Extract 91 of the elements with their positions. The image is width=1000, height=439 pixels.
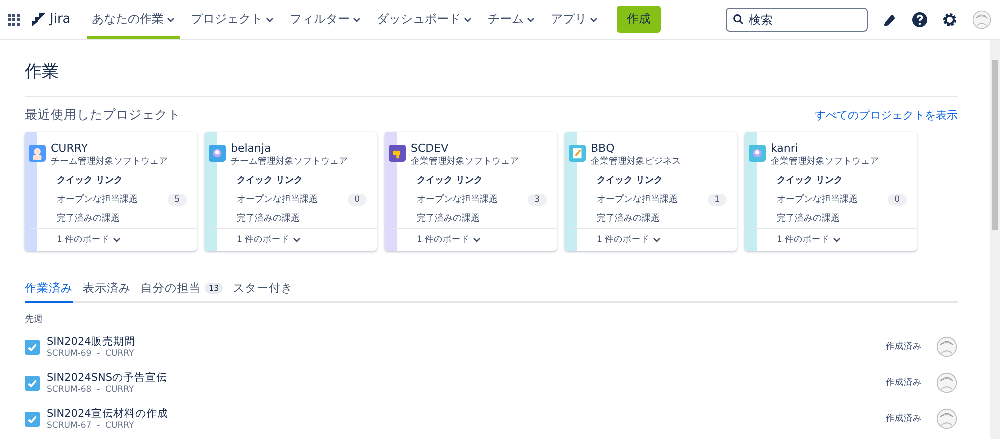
tab[interactable]: スター付き [233, 281, 294, 303]
project-card[interactable]: belanja チーム管理対象ソフトウェア クイック リンク オープンな担当課題 0 完了済みの課題 1 件のボード [205, 132, 377, 251]
project-type: 企業管理対象ビジネス [591, 156, 681, 168]
search-field[interactable]: 検索 [726, 8, 868, 32]
quick-links-heading: クイック リンク [57, 175, 124, 187]
issue-count: 0 [888, 194, 907, 206]
page-title: 作業 [25, 40, 958, 97]
quick-links-heading: クイック リンク [777, 175, 844, 187]
task-icon [25, 376, 40, 390]
open-issues-link[interactable]: オープンな担当課題 [597, 193, 678, 206]
project-card[interactable]: CURRY チーム管理対象ソフトウェア クイック リンク オープンな担当課題 5 完了済みの課題 1 件のボード [25, 132, 197, 251]
chevron-icon [473, 237, 482, 243]
quick-links-heading: クイック リンク [597, 175, 664, 187]
project-avatar-icon [209, 145, 226, 162]
project-type: 企業管理対象ソフトウェア [771, 156, 879, 168]
view-all-link[interactable]: すべてのプロジェクトを表示 [815, 108, 958, 123]
chevron-icon [293, 237, 302, 243]
project-type: 企業管理対象ソフトウェア [411, 156, 519, 168]
task-icon [25, 340, 40, 354]
done-issues-link[interactable]: 完了済みの課題 [57, 212, 197, 225]
chevron-icon [352, 16, 361, 22]
quick-links-heading: クイック リンク [237, 175, 304, 187]
chevron-icon [833, 237, 842, 243]
project-avatar-icon [569, 145, 586, 162]
project-avatar-icon [29, 145, 46, 162]
tab[interactable]: 表示済み [83, 281, 131, 303]
project-card[interactable]: kanri 企業管理対象ソフトウェア クイック リンク オープンな担当課題 0 完了済みの課題 1 件のボード [745, 132, 917, 251]
issue-title[interactable]: SIN2024SNSの予告宣伝 [47, 371, 886, 385]
tab[interactable]: 作業済み [25, 281, 73, 303]
issue-title[interactable]: SIN2024販売期間 [47, 335, 886, 349]
chevron-icon [166, 16, 175, 22]
help-icon[interactable] [912, 12, 928, 28]
issue-key: SCRUM-68 - CURRY [47, 385, 886, 395]
quick-links-heading: クイック リンク [417, 175, 484, 187]
issue-count: 3 [528, 194, 547, 206]
nav-item[interactable]: ダッシュボード [372, 0, 477, 39]
issue-title[interactable]: SIN2024宣伝材料の作成 [47, 407, 886, 421]
issue-count: 1 [708, 194, 727, 206]
issue-key: SCRUM-69 - CURRY [47, 349, 886, 359]
open-issues-link[interactable]: オープンな担当課題 [417, 193, 498, 206]
boards-dropdown[interactable]: 1 件のボード [237, 234, 302, 246]
logo-icon[interactable] [32, 12, 46, 26]
open-issues-link[interactable]: オープンな担当課題 [777, 193, 858, 206]
open-issues-link[interactable]: オープンな担当課題 [237, 193, 318, 206]
nav-item[interactable]: チーム [482, 0, 540, 39]
task-icon [25, 412, 40, 426]
project-name[interactable]: belanja [231, 142, 348, 155]
chevron-icon [113, 237, 122, 243]
settings-icon[interactable] [942, 12, 958, 28]
nav-item[interactable]: プロジェクト [186, 0, 279, 39]
boards-dropdown[interactable]: 1 件のボード [597, 234, 662, 246]
chevron-icon [464, 16, 472, 22]
product-name[interactable]: Jira [50, 12, 71, 27]
project-name[interactable]: BBQ [591, 142, 681, 155]
group-heading: 先週 [25, 314, 44, 326]
boards-dropdown[interactable]: 1 件のボード [777, 234, 842, 246]
section-heading: 最近使用したプロジェクト [25, 107, 181, 124]
count-badge: 13 [205, 283, 224, 294]
chevron-icon [653, 237, 662, 243]
done-issues-link[interactable]: 完了済みの課題 [777, 212, 917, 225]
project-card[interactable]: SCDEV 企業管理対象ソフトウェア クイック リンク オープンな担当課題 3 完了済みの課題 1 件のボード [385, 132, 557, 251]
issue-key: SCRUM-67 - CURRY [47, 421, 886, 431]
done-issues-link[interactable]: 完了済みの課題 [597, 212, 737, 225]
done-issues-link[interactable]: 完了済みの課題 [417, 212, 557, 225]
boards-dropdown[interactable]: 1 件のボード [57, 234, 122, 246]
project-name[interactable]: SCDEV [411, 142, 519, 155]
open-issues-link[interactable]: オープンな担当課題 [57, 193, 138, 206]
search-icon [733, 14, 744, 24]
project-name[interactable]: CURRY [51, 142, 168, 155]
project-name[interactable]: kanri [771, 142, 879, 155]
project-avatar-icon [389, 145, 406, 162]
chevron-icon [266, 16, 274, 22]
chevron-icon [590, 16, 598, 22]
nav-item[interactable]: フィルター [284, 0, 366, 39]
create-button[interactable]: 作成 [616, 6, 661, 33]
issue-status: 作成済み [886, 413, 922, 425]
nav-item[interactable]: あなたの作業 [86, 0, 180, 39]
project-type: チーム管理対象ソフトウェア [231, 156, 348, 168]
project-type: チーム管理対象ソフトウェア [51, 156, 168, 168]
chevron-icon [526, 16, 535, 22]
tab[interactable]: 自分の担当 13 [141, 281, 224, 303]
project-card[interactable]: BBQ 企業管理対象ビジネス クイック リンク オープンな担当課題 1 完了済みの課題 1 件のボード [565, 132, 737, 251]
issue-status: 作成済み [886, 341, 922, 353]
app-switcher-icon[interactable] [8, 14, 20, 26]
issue-count: 0 [348, 194, 367, 206]
done-issues-link[interactable]: 完了済みの課題 [237, 212, 377, 225]
nav-item[interactable]: アプリ [546, 0, 603, 39]
project-avatar-icon [749, 145, 766, 162]
boards-dropdown[interactable]: 1 件のボード [417, 234, 482, 246]
issue-status: 作成済み [886, 377, 922, 389]
issue-count: 5 [168, 194, 187, 206]
